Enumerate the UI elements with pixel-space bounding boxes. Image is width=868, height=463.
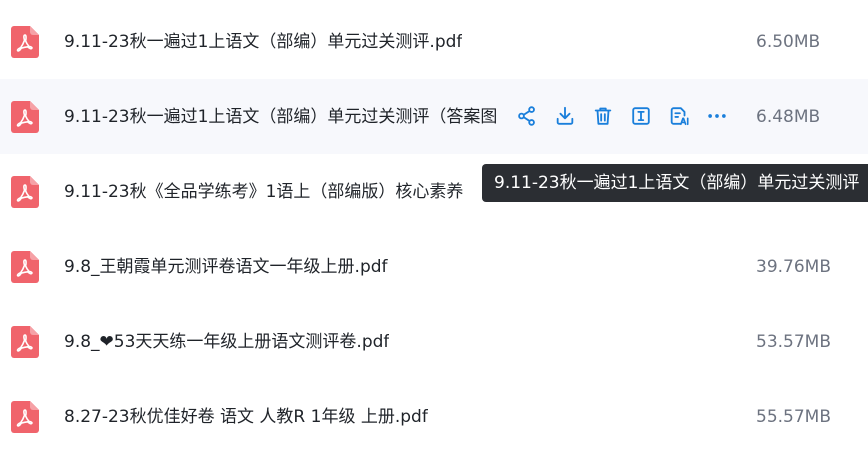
- delete-button[interactable]: [590, 103, 616, 129]
- file-row[interactable]: 8.27-23秋优佳好卷 语文 人教R 1年级 上册.pdf 55.57MB: [0, 379, 868, 454]
- more-button[interactable]: [704, 103, 730, 129]
- rename-icon: [632, 107, 650, 125]
- file-size: 6.48MB: [756, 107, 821, 127]
- delete-icon: [594, 107, 612, 125]
- file-size: 6.50MB: [756, 32, 821, 52]
- file-row-hovered[interactable]: 9.11-23秋一遍过1上语文（部编）单元过关测评（答案图 6.48MB: [0, 79, 868, 154]
- file-row[interactable]: 9.8_王朝霞单元测评卷语文一年级上册.pdf 39.76MB: [0, 229, 868, 304]
- ai-summary-icon: [670, 107, 689, 126]
- file-name[interactable]: 9.8_王朝霞单元测评卷语文一年级上册.pdf: [64, 256, 388, 278]
- row-actions: [514, 103, 730, 131]
- download-button[interactable]: [552, 103, 578, 129]
- pdf-file-icon: [11, 101, 39, 133]
- pdf-file-icon: [11, 251, 39, 283]
- share-button[interactable]: [514, 103, 540, 129]
- file-row[interactable]: 9.8_❤53天天练一年级上册语文测评卷.pdf 53.57MB: [0, 304, 868, 379]
- ai-summary-button[interactable]: [666, 103, 692, 129]
- download-icon: [556, 106, 574, 125]
- file-name[interactable]: 9.11-23秋一遍过1上语文（部编）单元过关测评.pdf: [64, 31, 462, 53]
- pdf-file-icon: [11, 176, 39, 208]
- share-icon: [518, 106, 535, 126]
- file-size: 55.57MB: [756, 407, 831, 427]
- filename-tooltip: 9.11-23秋一遍过1上语文（部编）单元过关测评: [482, 164, 868, 202]
- file-name[interactable]: 9.11-23秋一遍过1上语文（部编）单元过关测评（答案图: [64, 106, 497, 128]
- pdf-file-icon: [11, 26, 39, 58]
- file-size: 39.76MB: [756, 257, 831, 277]
- file-list: 9.11-23秋一遍过1上语文（部编）单元过关测评.pdf 6.50MB 9.1…: [0, 4, 868, 454]
- pdf-file-icon: [11, 401, 39, 433]
- pdf-file-icon: [11, 326, 39, 358]
- file-size: 53.57MB: [756, 332, 831, 352]
- file-row[interactable]: 9.11-23秋一遍过1上语文（部编）单元过关测评.pdf 6.50MB: [0, 4, 868, 79]
- file-name[interactable]: 8.27-23秋优佳好卷 语文 人教R 1年级 上册.pdf: [64, 406, 428, 428]
- file-name[interactable]: 9.8_❤53天天练一年级上册语文测评卷.pdf: [64, 331, 389, 353]
- rename-button[interactable]: [628, 103, 654, 129]
- more-icon: [708, 114, 726, 118]
- file-name[interactable]: 9.11-23秋《全品学练考》1语上（部编版）核心素养: [64, 181, 463, 203]
